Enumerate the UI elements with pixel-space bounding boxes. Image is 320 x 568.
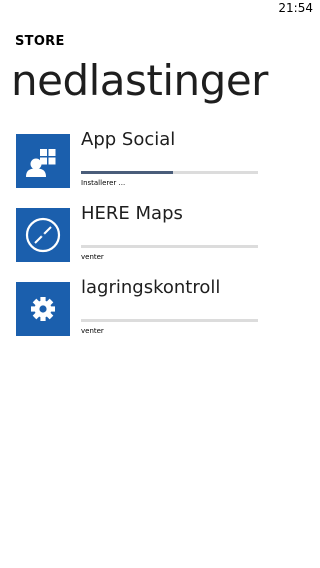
download-item-name: lagringskontroll (81, 277, 221, 298)
app-tile (16, 134, 70, 188)
download-item-name: HERE Maps (81, 203, 183, 224)
app-title: STORE (15, 34, 65, 49)
download-item-here-maps[interactable]: HERE Maps venter (16, 203, 296, 262)
page-title: nedlastinger (11, 56, 268, 105)
status-bar: 21:54 (0, 0, 320, 20)
download-item-app-social[interactable]: App Social Installerer ... (16, 129, 296, 188)
gear-icon (31, 297, 55, 321)
app-social-icon (26, 149, 56, 177)
download-progress-bar (81, 319, 258, 322)
download-item-name: App Social (81, 129, 176, 150)
download-item-lagringskontroll[interactable]: lagringskontroll venter (16, 277, 296, 336)
app-tile (16, 208, 70, 262)
download-item-status: venter (81, 253, 104, 261)
store-downloads-screen: 21:54 STORE nedlastinger App Social Inst… (0, 0, 320, 568)
download-progress-bar (81, 171, 258, 174)
compass-icon (25, 217, 61, 253)
download-item-status: Installerer ... (81, 179, 126, 187)
download-item-status: venter (81, 327, 104, 335)
download-progress-bar (81, 245, 258, 248)
app-tile (16, 282, 70, 336)
status-time: 21:54 (278, 1, 313, 15)
download-progress-fill (81, 171, 174, 174)
